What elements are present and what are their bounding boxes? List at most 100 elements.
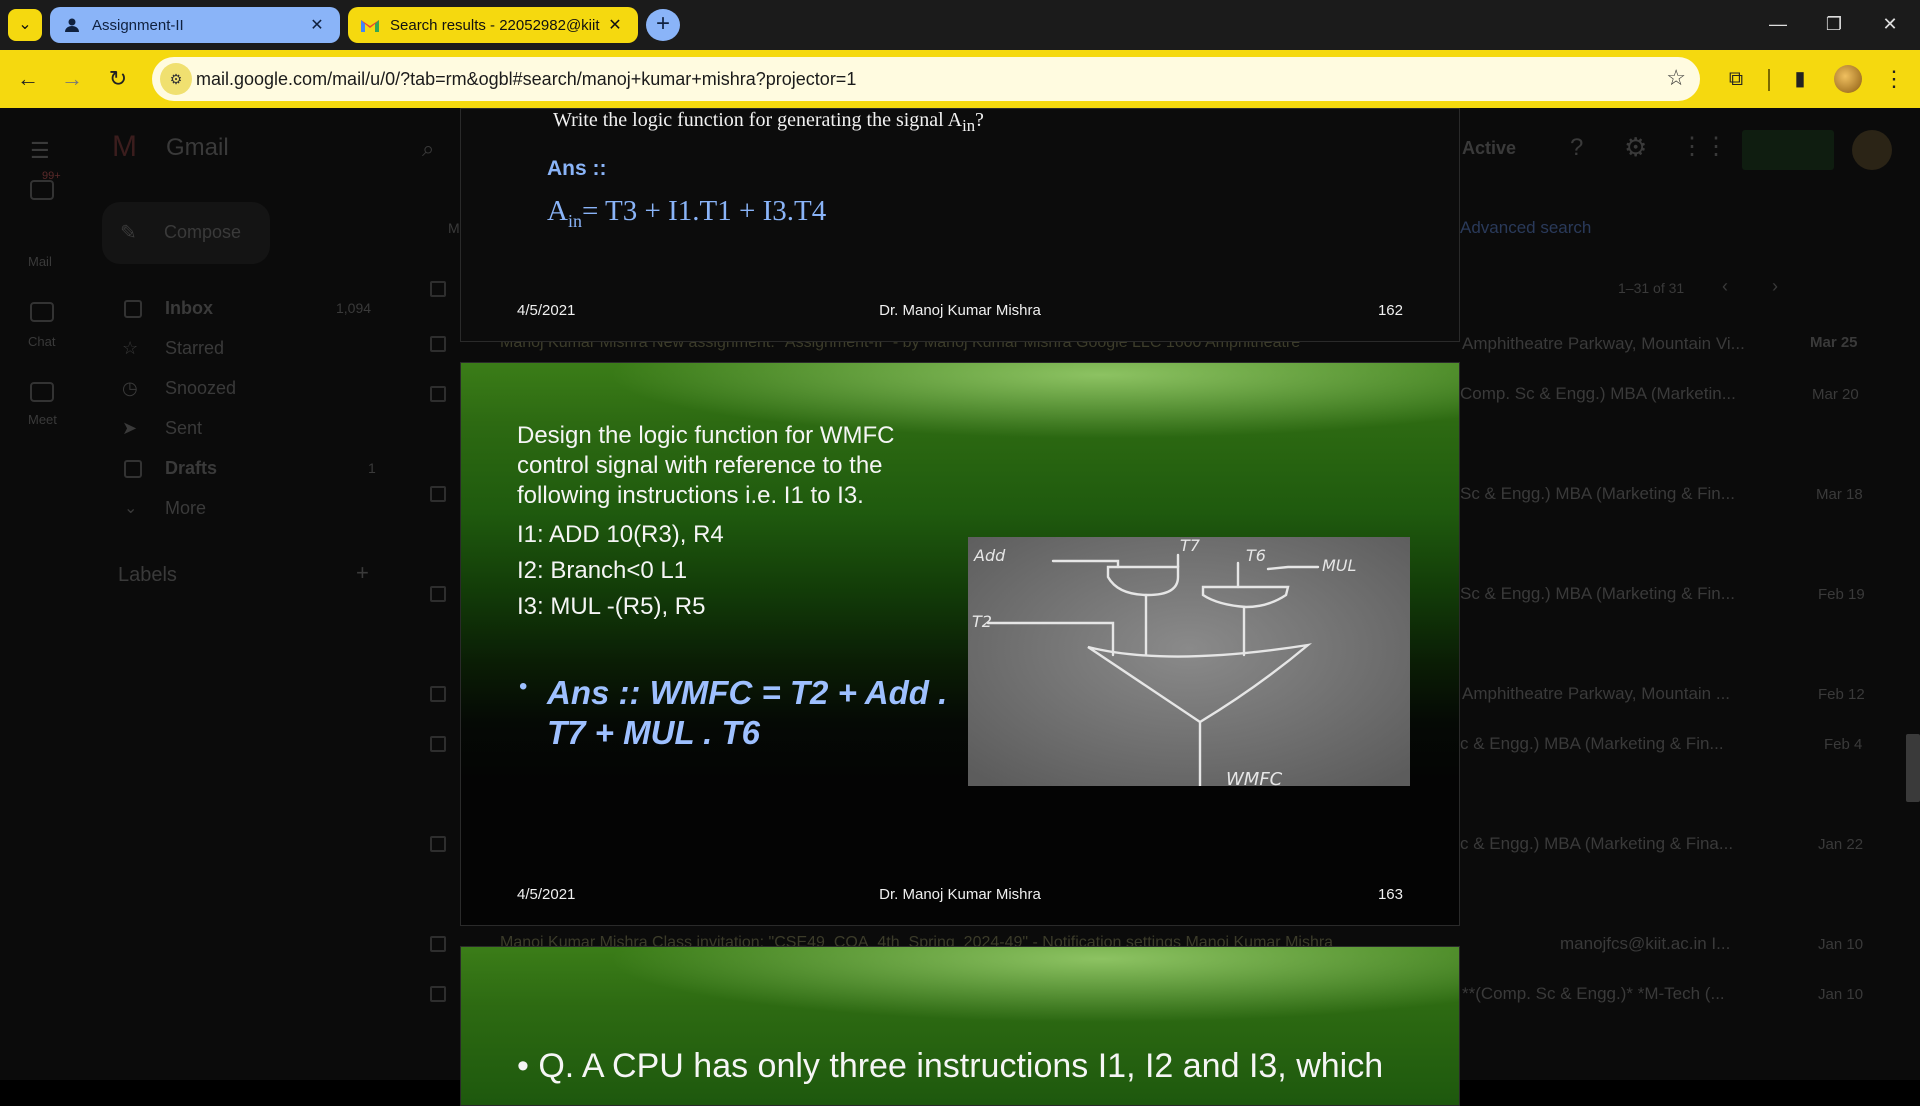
browser-menu-icon[interactable]: ⋮ (1878, 63, 1910, 95)
apps-grid-icon[interactable]: ⋮⋮ (1680, 132, 1728, 161)
gmail-logo-icon: M (112, 130, 137, 163)
chevron-down-icon: ⌄ (124, 500, 138, 517)
row-snippet[interactable]: c & Engg.) MBA (Marketing & Fina... (1460, 834, 1733, 854)
help-icon[interactable]: ? (1570, 134, 1583, 162)
nav-inbox[interactable]: Inbox (165, 298, 213, 319)
tab-title: Assignment-II (92, 16, 184, 34)
instruction-i3: I3: MUL -(R5), R5 (517, 593, 706, 620)
slide-162: Write the logic function for generating … (460, 108, 1460, 342)
add-label-icon[interactable]: + (356, 560, 369, 586)
row-checkbox[interactable] (430, 836, 446, 852)
row-date: Jan 10 (1818, 986, 1864, 1003)
answer-equation: Ain= T3 + I1.T1 + I3.T4 (547, 195, 827, 231)
labels-heading: Labels (118, 564, 177, 586)
row-date: Feb 12 (1818, 686, 1865, 703)
slide-number: 163 (1377, 886, 1403, 903)
row-snippet[interactable]: Sc & Engg.) MBA (Marketing & Fin... (1460, 584, 1735, 604)
inbox-icon (124, 300, 142, 318)
url-text[interactable]: mail.google.com/mail/u/0/?tab=rm&ogbl#se… (196, 69, 856, 90)
site-settings-icon[interactable]: ⚙ (160, 63, 192, 95)
close-window-button[interactable]: ✕ (1862, 0, 1918, 50)
forward-button[interactable]: → (56, 63, 88, 95)
slide-number: 162 (1377, 302, 1403, 319)
diagram-label-wmfc: WMFC (1226, 769, 1283, 786)
avatar[interactable] (1834, 65, 1862, 93)
slide-question: Design the logic function for WMFC contr… (517, 422, 895, 509)
select-label: M (448, 220, 460, 236)
answer-text: Ans :: WMFC = T2 + Add . T7 + MUL . T6 (547, 674, 948, 751)
address-bar[interactable]: ⚙ mail.google.com/mail/u/0/?tab=rm&ogbl#… (152, 57, 1700, 101)
row-checkbox[interactable] (430, 386, 446, 402)
row-snippet[interactable]: **(Comp. Sc & Engg.)* *M-Tech (... (1462, 984, 1725, 1004)
advanced-search-link[interactable]: Advanced search (1460, 218, 1591, 238)
compose-label: Compose (164, 222, 242, 242)
slide-164: • Q. A CPU has only three instructions I… (460, 946, 1460, 1106)
instruction-i2: I2: Branch<0 L1 (517, 557, 688, 584)
row-snippet[interactable]: Sc & Engg.) MBA (Marketing & Fin... (1460, 484, 1735, 504)
reload-button[interactable]: ↻ (102, 63, 134, 95)
new-tab-button[interactable]: + (646, 9, 680, 41)
row-checkbox[interactable] (430, 336, 446, 352)
nav-starred[interactable]: Starred (165, 338, 224, 359)
tab-search-results[interactable]: Search results - 22052982@kiit ✕ (348, 7, 638, 43)
slide-question: Write the logic function for generating … (553, 109, 984, 135)
row-snippet[interactable]: Amphitheatre Parkway, Mountain Vi... (1462, 334, 1745, 354)
draft-icon (124, 460, 142, 478)
chevron-right-icon[interactable]: › (1772, 276, 1778, 297)
org-logo (1742, 130, 1834, 170)
scrollbar-thumb[interactable] (1906, 734, 1920, 802)
row-checkbox[interactable] (430, 986, 446, 1002)
minimize-button[interactable]: — (1750, 0, 1806, 50)
select-all-checkbox[interactable] (430, 281, 446, 297)
person-icon (62, 15, 82, 35)
drafts-count: 1 (368, 460, 376, 476)
nav-more[interactable]: More (165, 498, 206, 519)
slide-author: Dr. Manoj Kumar Mishra (879, 302, 1041, 319)
slide-author: Dr. Manoj Kumar Mishra (879, 886, 1041, 903)
row-snippet[interactable]: c & Engg.) MBA (Marketing & Fin... (1460, 734, 1724, 754)
close-icon[interactable]: ✕ (308, 15, 326, 35)
rail-label-meet: Meet (28, 412, 57, 427)
row-date: Jan 10 (1818, 936, 1864, 953)
row-snippet[interactable]: manojfcs@kiit.ac.in I... (1560, 934, 1730, 954)
meet-icon[interactable] (30, 382, 54, 402)
main-menu-icon[interactable]: ☰ (30, 138, 50, 164)
settings-gear-icon[interactable]: ⚙ (1624, 132, 1647, 163)
nav-drafts[interactable]: Drafts (165, 458, 217, 479)
account-avatar[interactable] (1852, 130, 1892, 170)
back-button[interactable]: ← (12, 63, 44, 95)
close-icon[interactable]: ✕ (606, 15, 624, 35)
clock-icon: ◷ (122, 378, 138, 398)
status-indicator[interactable]: Active (1462, 138, 1516, 159)
mail-icon[interactable] (30, 180, 54, 200)
row-checkbox[interactable] (430, 586, 446, 602)
nav-sent[interactable]: Sent (165, 418, 202, 439)
bookmark-star-icon[interactable]: ☆ (1666, 65, 1686, 91)
wmfc-circuit-diagram: Add T7 T6 MUL T2 WMFC (968, 537, 1410, 786)
restore-button[interactable]: ❐ (1806, 0, 1862, 50)
row-snippet[interactable]: Amphitheatre Parkway, Mountain ... (1462, 684, 1730, 704)
pencil-icon: ✎ (120, 222, 137, 244)
row-date: Mar 20 (1812, 386, 1859, 403)
row-snippet[interactable]: Comp. Sc & Engg.) MBA (Marketin... (1460, 384, 1736, 404)
star-icon: ☆ (122, 338, 139, 358)
side-panel-icon[interactable]: ▮ (1784, 63, 1816, 95)
tab-assignment[interactable]: Assignment-II ✕ (50, 7, 340, 43)
row-checkbox[interactable] (430, 686, 446, 702)
compose-button[interactable]: ✎ Compose (102, 202, 270, 264)
row-checkbox[interactable] (430, 736, 446, 752)
row-checkbox[interactable] (430, 936, 446, 952)
extensions-icon[interactable]: ⧉ (1720, 63, 1752, 95)
bullet: • (519, 673, 528, 700)
gmail-logo-text: Gmail (166, 134, 229, 161)
browser-toolbar: ← → ↻ ⚙ mail.google.com/mail/u/0/?tab=rm… (0, 50, 1920, 108)
diagram-label-t6: T6 (1246, 546, 1266, 565)
row-checkbox[interactable] (430, 486, 446, 502)
chat-icon[interactable] (30, 302, 54, 322)
tab-search-button[interactable]: ⌄ (8, 9, 42, 41)
chevron-left-icon[interactable]: ‹ (1722, 276, 1728, 297)
diagram-label-t2: T2 (972, 612, 992, 631)
rail-label-mail: Mail (28, 254, 52, 269)
search-icon[interactable]: ⌕ (422, 136, 434, 162)
nav-snoozed[interactable]: Snoozed (165, 378, 236, 399)
